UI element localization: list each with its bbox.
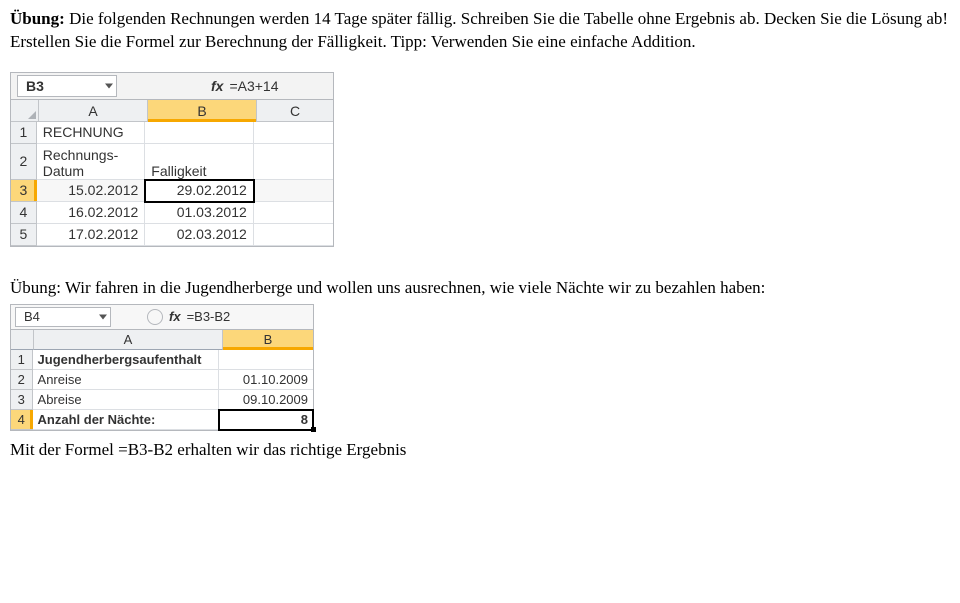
formula-bar-value[interactable]: =A3+14 — [229, 78, 278, 94]
cell-A3[interactable]: Abreise — [33, 390, 219, 410]
row-header-3[interactable]: 3 — [11, 390, 33, 410]
col-header-A[interactable]: A — [39, 100, 148, 122]
fx-icon[interactable]: fx — [211, 78, 223, 94]
fx-icon[interactable]: fx — [169, 309, 181, 324]
dropdown-icon[interactable] — [99, 314, 107, 319]
exercise-2-text: Übung: Wir fahren in die Jugendherberge … — [10, 277, 950, 300]
row-header-4[interactable]: 4 — [11, 410, 33, 430]
col-header-B[interactable]: B — [148, 100, 257, 122]
name-box-value: B4 — [24, 309, 40, 324]
cell-C2[interactable] — [254, 144, 333, 180]
cell-A1[interactable]: Jugendherbergsaufenthalt — [33, 350, 219, 370]
table-row: 3 15.02.2012 29.02.2012 — [11, 180, 333, 202]
row-header-4[interactable]: 4 — [11, 202, 37, 224]
circle-icon — [147, 309, 163, 325]
column-headers: A B C — [11, 100, 333, 122]
cell-B2[interactable]: 01.10.2009 — [219, 370, 313, 390]
cell-A2[interactable]: Anreise — [33, 370, 219, 390]
column-headers: A B — [11, 330, 313, 350]
row-header-1[interactable]: 1 — [11, 350, 33, 370]
table-row: 1 Jugendherbergsaufenthalt — [11, 350, 313, 370]
cell-A4[interactable]: 16.02.2012 — [37, 202, 146, 224]
formula-bar-row: B3 fx =A3+14 — [11, 73, 333, 100]
formula-bar-value[interactable]: =B3-B2 — [187, 309, 231, 324]
exercise-1-body: Die folgenden Rechnungen werden 14 Tage … — [10, 9, 948, 51]
exercise-1-text: Übung: Die folgenden Rechnungen werden 1… — [10, 8, 950, 54]
col-header-C[interactable]: C — [257, 100, 333, 122]
cell-B4[interactable]: 01.03.2012 — [145, 202, 254, 224]
dropdown-icon[interactable] — [105, 83, 113, 88]
cell-B5[interactable]: 02.03.2012 — [145, 224, 254, 246]
row-header-2[interactable]: 2 — [11, 144, 37, 180]
cell-B4[interactable]: 8 — [219, 410, 313, 430]
row-header-3[interactable]: 3 — [11, 180, 37, 202]
select-all-corner[interactable] — [11, 100, 39, 122]
cell-B1[interactable] — [219, 350, 313, 370]
row-header-5[interactable]: 5 — [11, 224, 37, 246]
cell-C5[interactable] — [254, 224, 333, 246]
spreadsheet-1: B3 fx =A3+14 A B C 1 RECHNUNG 2 Rechnung… — [10, 72, 334, 247]
cell-A1[interactable]: RECHNUNG — [37, 122, 146, 144]
select-all-corner[interactable] — [11, 330, 34, 350]
col-header-B[interactable]: B — [223, 330, 313, 350]
cell-B3[interactable]: 29.02.2012 — [145, 180, 254, 202]
exercise-1-lead: Übung: — [10, 9, 65, 28]
cell-C4[interactable] — [254, 202, 333, 224]
row-header-1[interactable]: 1 — [11, 122, 37, 144]
cell-A2[interactable]: Rechnungs- Datum — [37, 144, 146, 180]
cell-A5[interactable]: 17.02.2012 — [37, 224, 146, 246]
cell-A4[interactable]: Anzahl der Nächte: — [33, 410, 219, 430]
table-row: 1 RECHNUNG — [11, 122, 333, 144]
name-box-value: B3 — [26, 78, 44, 94]
spreadsheet-2: B4 fx =B3-B2 A B 1 Jugendherbergsaufenth… — [10, 304, 314, 431]
cell-A3[interactable]: 15.02.2012 — [37, 180, 146, 202]
cell-B2[interactable]: Falligkeit — [145, 144, 254, 180]
table-row: 4 16.02.2012 01.03.2012 — [11, 202, 333, 224]
name-box[interactable]: B3 — [17, 75, 117, 97]
table-row: 2 Rechnungs- Datum Falligkeit — [11, 144, 333, 180]
formula-bar-row: B4 fx =B3-B2 — [11, 305, 313, 330]
table-row: 3 Abreise 09.10.2009 — [11, 390, 313, 410]
table-row: 2 Anreise 01.10.2009 — [11, 370, 313, 390]
cell-B1[interactable] — [145, 122, 254, 144]
name-box[interactable]: B4 — [15, 307, 111, 327]
cell-C1[interactable] — [254, 122, 333, 144]
result-text: Mit der Formel =B3-B2 erhalten wir das r… — [10, 439, 950, 462]
table-row: 4 Anzahl der Nächte: 8 — [11, 410, 313, 430]
cell-C3[interactable] — [254, 180, 333, 202]
table-row: 5 17.02.2012 02.03.2012 — [11, 224, 333, 246]
row-header-2[interactable]: 2 — [11, 370, 33, 390]
col-header-A[interactable]: A — [34, 330, 223, 350]
cell-B3[interactable]: 09.10.2009 — [219, 390, 313, 410]
